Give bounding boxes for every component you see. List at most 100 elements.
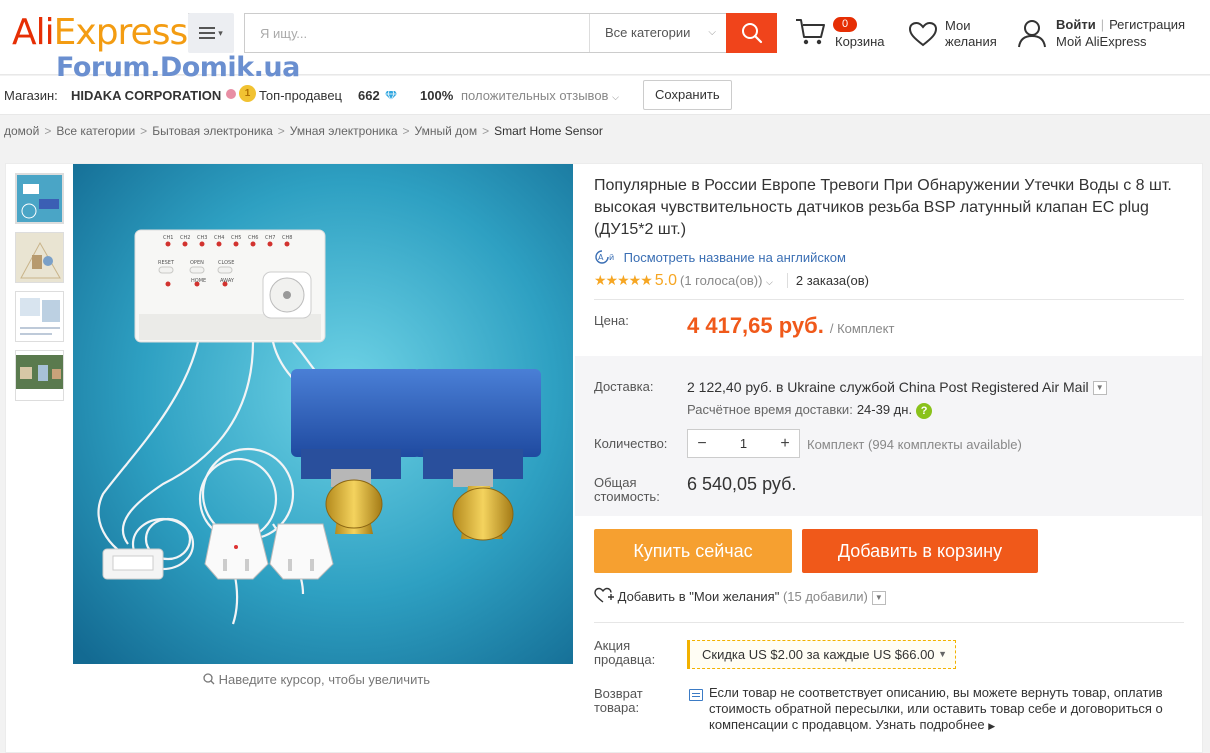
add-to-wishlist-link[interactable]: Добавить в "Мои желания" (15 добавили) ▼ <box>594 587 886 605</box>
caret-right-icon: ▶ <box>988 721 996 731</box>
price-value: 4 417,65 руб. <box>687 313 824 338</box>
learn-more-link[interactable]: Узнать подробнее ▶ <box>876 717 996 732</box>
logo-text-express: Express <box>53 12 189 53</box>
device-label: RESET <box>158 260 175 266</box>
breadcrumb: домой > Все категории > Бытовая электроника >… <box>4 124 603 138</box>
price-label: Цена: <box>594 313 629 328</box>
hamburger-icon <box>199 27 216 39</box>
search-bar: Все категории ⌵ <box>244 13 777 53</box>
breadcrumb-smart-home[interactable]: Умный дом <box>415 124 478 138</box>
search-icon <box>203 673 215 685</box>
svg-text:A: A <box>598 253 604 262</box>
login-link[interactable]: Войти <box>1056 17 1096 32</box>
device-label: CLOSE <box>218 260 234 266</box>
device-label: CH8 <box>282 235 292 241</box>
help-icon[interactable]: ? <box>916 402 933 419</box>
account-area: Войти | Регистрация Мой AliExpress <box>1017 16 1207 56</box>
logo-text-ali: Ali <box>12 12 55 53</box>
seller-promo-label: Акция продавца: <box>594 638 656 667</box>
delivery-estimate: Расчётное время доставки: 24-39 дн.? <box>687 402 933 419</box>
rating-score: 5.0 <box>654 272 678 289</box>
buy-now-button[interactable]: Купить сейчас <box>594 529 792 573</box>
breadcrumb-consumer-electronics[interactable]: Бытовая электроника <box>152 124 273 138</box>
device-label: AWAY <box>220 278 235 284</box>
main-product-image[interactable]: CH1 CH2 CH3 CH4 CH5 CH6 CH7 CH8 RESET OPEN CLOSE H… <box>73 164 573 664</box>
product-title: Популярные в России Европе Тревоги При О… <box>594 177 1172 238</box>
total-label: Общая стоимость: <box>594 475 660 504</box>
cart-icon <box>796 19 825 45</box>
quantity-decrease-button[interactable]: − <box>688 430 716 457</box>
positive-feedback-percent: 100% <box>420 88 454 103</box>
votes-link[interactable]: (1 голоса(ов)) ⌵ <box>680 273 773 288</box>
caret-down-icon: ▼ <box>938 649 947 659</box>
cart-label: Корзина <box>835 34 885 49</box>
shipping-price: 2 122,40 руб. <box>687 379 773 395</box>
translate-title-link[interactable]: Aй Посмотреть название на английском <box>594 249 846 265</box>
breadcrumb-smart-electronics[interactable]: Умная электроника <box>290 124 398 138</box>
device-label: CH7 <box>265 235 275 241</box>
breadcrumb-all-categories[interactable]: Все категории <box>56 124 135 138</box>
add-to-cart-button[interactable]: Добавить в корзину <box>802 529 1038 573</box>
breadcrumb-current: Smart Home Sensor <box>494 124 603 138</box>
top-seller-label: Топ-продавец <box>259 88 342 103</box>
chevron-down-icon: ⌵ <box>766 277 773 287</box>
device-label: HOME <box>191 278 206 284</box>
translate-icon: Aй <box>595 250 614 264</box>
chevron-down-icon: ⌵ <box>708 27 716 38</box>
thumbnail-2[interactable] <box>15 232 64 283</box>
store-name-link[interactable]: HIDAKA CORPORATION <box>71 88 221 103</box>
category-select-value: Все категории <box>605 25 691 40</box>
shipping-info[interactable]: 2 122,40 руб. в Ukraine службой China Po… <box>687 379 1107 396</box>
orders-count: 2 заказа(ов) <box>786 273 869 288</box>
star-rating-icon: ★★★★★ <box>594 272 653 288</box>
device-label: CH3 <box>197 235 207 241</box>
aliexpress-logo[interactable]: AliExpress™ <box>12 12 195 53</box>
search-input[interactable] <box>245 14 589 52</box>
quantity-available: Комплект (994 комплекты available) <box>807 437 1022 452</box>
quantity-label: Количество: <box>594 436 668 451</box>
category-menu-button[interactable]: ▾ <box>188 13 234 53</box>
breadcrumb-home[interactable]: домой <box>4 124 39 138</box>
svg-text:й: й <box>609 253 614 262</box>
seller-promo-dropdown[interactable]: Скидка US $2.00 за каждые US $66.00 ▼ <box>687 640 956 669</box>
return-policy-icon <box>689 689 703 701</box>
price-unit: / Комплект <box>829 321 895 336</box>
thumbnail-1[interactable] <box>15 173 64 224</box>
category-select[interactable]: Все категории ⌵ <box>589 14 728 52</box>
device-label: OPEN <box>190 260 204 266</box>
seller-score: 662 <box>358 88 380 103</box>
chevron-down-icon[interactable]: ▼ <box>871 590 886 605</box>
thumbnail-list <box>15 173 64 409</box>
delivery-label: Доставка: <box>594 379 654 394</box>
wishlist-link[interactable]: Мои желания <box>908 18 1008 58</box>
positive-feedback-link[interactable]: положительных отзывов ⌵ <box>461 88 619 103</box>
heart-icon <box>908 21 938 47</box>
device-label: CH4 <box>214 235 224 241</box>
device-label: CH2 <box>180 235 190 241</box>
device-label: CH5 <box>231 235 241 241</box>
quantity-input[interactable]: 1 <box>716 430 771 457</box>
search-button[interactable] <box>726 13 777 53</box>
my-aliexpress-link[interactable]: Мой AliExpress <box>1056 34 1147 49</box>
thumbnail-3[interactable] <box>15 291 64 342</box>
delivery-days: 24-39 дн. <box>856 402 913 417</box>
zoom-hint: Наведите курсор, чтобы увеличить <box>203 672 430 687</box>
return-policy-text: Если товар не соответствует описанию, вы… <box>709 685 1163 732</box>
quantity-increase-button[interactable]: + <box>771 430 799 457</box>
device-label: CH1 <box>163 235 173 241</box>
cart-link[interactable]: 0 Корзина <box>795 15 895 55</box>
divider <box>594 299 1184 300</box>
save-store-button[interactable]: Сохранить <box>643 80 732 110</box>
user-icon[interactable] <box>1017 18 1047 48</box>
caret-down-icon: ▾ <box>218 27 223 38</box>
divider <box>594 622 1184 623</box>
medal-icon: 1 <box>239 85 256 102</box>
register-link[interactable]: Регистрация <box>1109 17 1185 32</box>
rating-row: ★★★★★ 5.0 (1 голоса(ов)) ⌵ 2 заказа(ов) <box>594 272 869 290</box>
chevron-down-icon[interactable]: ▼ <box>1092 381 1107 396</box>
total-price: 6 540,05 руб. <box>687 474 797 494</box>
thumbnail-4[interactable] <box>15 350 64 401</box>
price: 4 417,65 руб. / Комплект <box>687 313 894 339</box>
cart-count-badge: 0 <box>833 17 857 32</box>
store-dot-icon <box>226 89 236 99</box>
